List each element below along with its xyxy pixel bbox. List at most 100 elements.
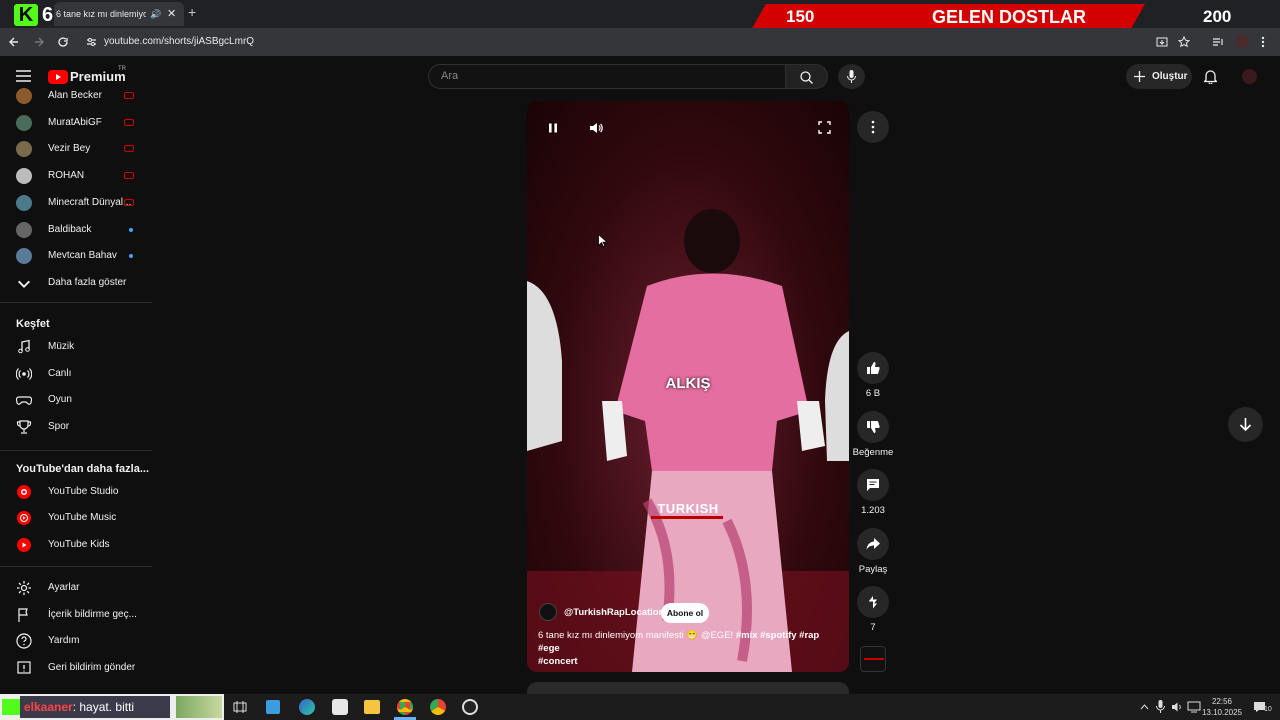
subscription-name: Baldiback bbox=[48, 223, 92, 235]
sidebar-item-label: Spor bbox=[48, 421, 70, 432]
subscribe-button[interactable]: Abone ol bbox=[661, 603, 709, 623]
install-app-icon[interactable] bbox=[1156, 36, 1168, 48]
task-view-icon[interactable] bbox=[233, 700, 247, 714]
sidebar-subscription-item[interactable]: Minecraft Dünyal... bbox=[0, 190, 152, 216]
subscription-name: ROHAN bbox=[48, 170, 85, 182]
sidebar-item-label: Müzik bbox=[48, 341, 75, 352]
notification-count: 10 bbox=[1264, 706, 1272, 713]
chat-message: elkaaner: hayat. bitti bbox=[20, 696, 170, 718]
media-control-icon[interactable] bbox=[1212, 36, 1224, 48]
like-count: 6 B bbox=[865, 388, 881, 399]
account-avatar[interactable] bbox=[1242, 69, 1257, 84]
sidebar-item-music[interactable]: Müzik bbox=[0, 334, 152, 360]
notifications-bell-icon[interactable] bbox=[1204, 69, 1217, 84]
sidebar-item-youtube-music[interactable]: YouTube Music bbox=[0, 505, 152, 531]
store-icon[interactable] bbox=[266, 700, 280, 714]
music-note-icon bbox=[18, 339, 30, 354]
share-button[interactable] bbox=[857, 528, 889, 560]
tab-audio-icon: 🔊 bbox=[150, 9, 162, 19]
search-button[interactable] bbox=[786, 64, 828, 89]
back-arrow-icon[interactable] bbox=[8, 36, 20, 48]
sidebar-item-label: Yardım bbox=[48, 635, 80, 646]
like-button[interactable] bbox=[857, 352, 889, 384]
sidebar-item-live[interactable]: Canlı bbox=[0, 361, 152, 387]
tab-close-icon[interactable]: ✕ bbox=[167, 2, 176, 26]
obs-icon[interactable] bbox=[462, 699, 478, 715]
channel-avatar bbox=[16, 168, 32, 185]
voice-search-button[interactable] bbox=[838, 64, 865, 89]
sidebar-item-settings[interactable]: Ayarlar bbox=[0, 575, 152, 601]
chrome-profile-icon[interactable] bbox=[430, 699, 446, 715]
sidebar-item-label: Ayarlar bbox=[48, 582, 80, 593]
reload-icon[interactable] bbox=[57, 36, 69, 48]
channel-avatar bbox=[16, 194, 32, 211]
new-content-dot bbox=[129, 254, 133, 259]
sidebar-item-help[interactable]: Yardım bbox=[0, 628, 152, 654]
new-tab-button[interactable]: + bbox=[188, 5, 202, 19]
tray-speaker-icon[interactable] bbox=[1171, 701, 1183, 713]
sidebar-item-youtube-kids[interactable]: YouTube Kids bbox=[0, 532, 152, 558]
bookmark-star-icon[interactable] bbox=[1178, 36, 1190, 48]
more-options-button[interactable] bbox=[857, 111, 889, 143]
chrome-icon[interactable] bbox=[397, 699, 413, 715]
volume-icon[interactable] bbox=[589, 121, 603, 135]
shorts-video-player[interactable]: ALKIŞ TURKISH @TurkishRapLocation Abone … bbox=[527, 101, 849, 672]
sound-thumbnail[interactable] bbox=[860, 646, 886, 672]
search-input[interactable]: Ara bbox=[428, 64, 786, 89]
chat-emote bbox=[176, 696, 222, 718]
sidebar-divider bbox=[0, 450, 152, 451]
comments-button[interactable] bbox=[857, 469, 889, 501]
gamepad-icon bbox=[16, 396, 32, 405]
forward-arrow-icon[interactable] bbox=[33, 36, 45, 48]
sidebar-subscription-item[interactable]: Alan Becker bbox=[0, 83, 152, 109]
video-description[interactable]: 6 tane kız mı dinlemiyom manifesti 😁 @EG… bbox=[538, 629, 838, 668]
live-indicator-icon bbox=[124, 172, 134, 180]
sidebar-subscription-item[interactable]: Vezir Bey bbox=[0, 136, 152, 162]
sidebar-subscription-item[interactable]: Mevtcan Bahav bbox=[0, 243, 152, 269]
browser-tab[interactable]: 6 tane kız mı dinlemiyom m 🔊 ✕ bbox=[54, 2, 184, 26]
remix-button[interactable] bbox=[857, 586, 889, 618]
pause-icon[interactable] bbox=[547, 122, 559, 134]
create-button[interactable]: Oluştur bbox=[1126, 64, 1192, 89]
file-explorer-icon[interactable] bbox=[364, 700, 380, 714]
url-field[interactable]: youtube.com/shorts/jiASBgcLmrQ bbox=[80, 32, 1200, 52]
sidebar-subscription-item[interactable]: Baldiback bbox=[0, 217, 152, 243]
url-text: youtube.com/shorts/jiASBgcLmrQ bbox=[104, 36, 255, 47]
site-info-icon[interactable] bbox=[86, 37, 97, 47]
fullscreen-icon[interactable] bbox=[818, 121, 831, 134]
comment-count: 1.203 bbox=[861, 505, 885, 516]
sidebar-subscription-item[interactable]: ROHAN bbox=[0, 163, 152, 189]
sidebar-subscription-item[interactable]: MuratAbiGF bbox=[0, 110, 152, 136]
taskbar-clock[interactable]: 22:56 13.10.2025 bbox=[1200, 696, 1244, 718]
tray-microphone-icon[interactable] bbox=[1156, 700, 1165, 713]
sidebar-item-send-feedback[interactable]: Geri bildirim gönder bbox=[0, 655, 152, 681]
sidebar-item-sports[interactable]: Spor bbox=[0, 414, 152, 440]
show-more-button[interactable]: Daha fazla göster bbox=[0, 270, 152, 296]
description-hashtag-concert[interactable]: #concert bbox=[538, 656, 578, 667]
share-arrow-icon bbox=[866, 538, 880, 550]
show-more-label: Daha fazla göster bbox=[48, 277, 127, 288]
sidebar-divider bbox=[0, 566, 152, 567]
tray-network-icon[interactable] bbox=[1187, 701, 1201, 713]
kick-logo: K 6 bbox=[4, 2, 56, 26]
sidebar-item-report-history[interactable]: İçerik bildirme geç... bbox=[0, 602, 152, 628]
browser-menu-icon[interactable] bbox=[1260, 36, 1266, 48]
next-short-button[interactable] bbox=[1228, 407, 1263, 442]
live-indicator-icon bbox=[124, 145, 134, 153]
dislike-button[interactable] bbox=[857, 411, 889, 443]
more-from-youtube-heading: YouTube'dan daha fazla... bbox=[16, 463, 149, 475]
edge-icon[interactable] bbox=[299, 699, 315, 715]
video-watermark: TURKISH bbox=[657, 501, 719, 516]
channel-avatar bbox=[16, 248, 32, 265]
capcut-icon[interactable] bbox=[332, 699, 348, 715]
remix-icon bbox=[869, 596, 877, 609]
channel-avatar[interactable] bbox=[539, 603, 557, 621]
sidebar-item-youtube-studio[interactable]: YouTube Studio bbox=[0, 479, 152, 505]
hamburger-menu-icon[interactable] bbox=[16, 70, 31, 82]
profile-avatar[interactable] bbox=[1236, 35, 1249, 48]
plus-icon bbox=[1134, 71, 1145, 82]
channel-name[interactable]: @TurkishRapLocation bbox=[564, 607, 664, 618]
goal-title: GELEN DOSTLAR bbox=[932, 7, 1087, 27]
tray-chevron-up-icon[interactable] bbox=[1140, 703, 1149, 710]
sidebar-item-gaming[interactable]: Oyun bbox=[0, 387, 152, 413]
